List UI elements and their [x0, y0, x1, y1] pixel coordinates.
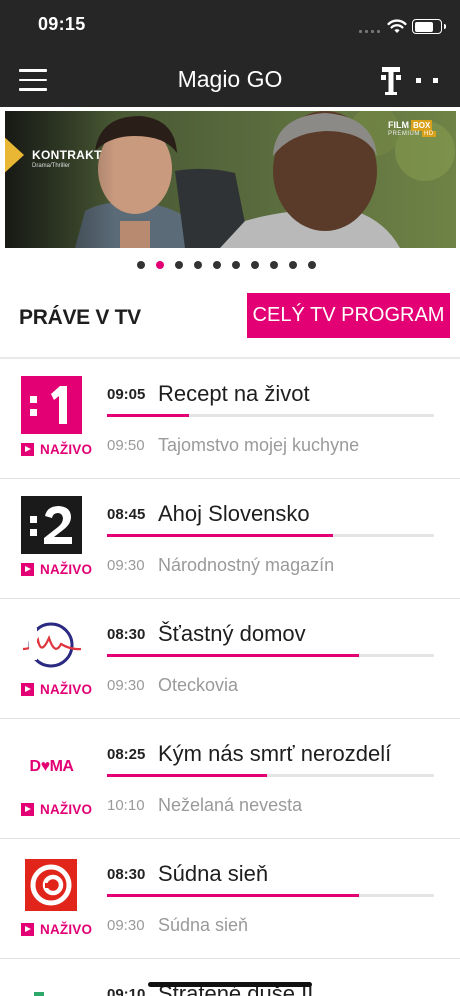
- filmbox-logo: FILM BOX PREMIUM HD: [388, 120, 446, 148]
- filmbox-logo-text: FILM: [388, 120, 409, 130]
- now-time: 09:10: [107, 986, 146, 996]
- filmbox-logo-box: BOX: [411, 120, 433, 131]
- play-icon: [21, 923, 34, 936]
- live-badge[interactable]: NAŽIVO: [21, 802, 92, 817]
- filmbox-premium-text: PREMIUM: [388, 131, 420, 137]
- progress-bar: [107, 534, 434, 537]
- live-label: NAŽIVO: [40, 802, 93, 817]
- signal-icon: [359, 30, 380, 33]
- play-icon: [21, 443, 34, 456]
- next-time: 09:30: [107, 677, 145, 694]
- live-label: NAŽIVO: [40, 562, 93, 577]
- carousel-dot[interactable]: [232, 261, 240, 269]
- joj-logo[interactable]: [21, 856, 82, 914]
- carousel-indicator[interactable]: [137, 261, 316, 269]
- progress-bar: [107, 414, 434, 417]
- live-badge[interactable]: NAŽIVO: [21, 562, 92, 577]
- progress-fill: [107, 894, 359, 897]
- play-icon: [21, 563, 34, 576]
- full-tv-program-button[interactable]: CELÝ TV PROGRAM: [247, 293, 450, 338]
- live-label: NAŽIVO: [40, 922, 93, 937]
- channel-row-partial[interactable]: 09:10 Stratené duše II: [0, 959, 460, 996]
- now-title: Ahoj Slovensko: [158, 501, 310, 526]
- markiza-logo[interactable]: [21, 616, 82, 674]
- section-title: PRÁVE V TV: [19, 306, 141, 329]
- wifi-icon: [387, 19, 407, 33]
- status-bar: 09:15: [0, 0, 460, 50]
- carousel-dot[interactable]: [137, 261, 145, 269]
- hero-title: KONTRAKT: [32, 148, 102, 162]
- channel-row[interactable]: NAŽIVO 08:30 Šťastný domov 09:30 Oteckov…: [0, 599, 460, 719]
- carousel-dot[interactable]: [213, 261, 221, 269]
- status-time: 09:15: [38, 14, 86, 34]
- carousel-dot[interactable]: [251, 261, 259, 269]
- play-icon: [21, 803, 34, 816]
- progress-bar: [107, 654, 434, 657]
- now-title: Kým nás smrť nerozdelí: [158, 741, 392, 766]
- now-time: 08:45: [107, 506, 146, 523]
- channel-logo-partial: [34, 992, 44, 996]
- app-header: Magio GO: [0, 50, 460, 107]
- now-time: 08:30: [107, 626, 146, 643]
- filmbox-hd-text: HD: [422, 131, 436, 137]
- progress-fill: [107, 654, 359, 657]
- now-title: Šťastný domov: [158, 621, 306, 646]
- now-time: 08:30: [107, 866, 146, 883]
- channel-row[interactable]: NAŽIVO 09:05 Recept na život 09:50 Tajom…: [0, 359, 460, 479]
- next-title: Oteckovia: [158, 675, 239, 695]
- live-label: NAŽIVO: [40, 442, 93, 457]
- carousel-dot[interactable]: [194, 261, 202, 269]
- battery-icon: [412, 19, 446, 34]
- carousel-dot[interactable]: [175, 261, 183, 269]
- live-badge[interactable]: NAŽIVO: [21, 682, 92, 697]
- live-badge[interactable]: NAŽIVO: [21, 922, 92, 937]
- badge-arrow-icon: [5, 133, 24, 177]
- doma-logo[interactable]: D♥MA: [21, 736, 82, 794]
- progress-fill: [107, 774, 268, 777]
- carousel-dot[interactable]: [156, 261, 164, 269]
- next-time: 09:50: [107, 437, 145, 454]
- play-icon: [21, 683, 34, 696]
- now-time: 08:25: [107, 746, 146, 763]
- progress-fill: [107, 534, 333, 537]
- channel-list: NAŽIVO 09:05 Recept na život 09:50 Tajom…: [0, 359, 460, 959]
- channel-row[interactable]: NAŽIVO 08:30 Súdna sieň 09:30 Súdna sieň: [0, 839, 460, 959]
- jednotka-logo[interactable]: [21, 376, 82, 434]
- channel-row[interactable]: D♥MA NAŽIVO 08:25 Kým nás smrť nerozdelí…: [0, 719, 460, 839]
- channel-row[interactable]: NAŽIVO 08:45 Ahoj Slovensko 09:30 Národn…: [0, 479, 460, 599]
- now-title: Recept na život: [158, 381, 310, 406]
- next-time: 09:30: [107, 557, 145, 574]
- telekom-logo[interactable]: [378, 65, 442, 97]
- progress-bar: [107, 774, 434, 777]
- next-title: Súdna sieň: [158, 915, 249, 935]
- next-time: 10:10: [107, 797, 145, 814]
- home-indicator[interactable]: [148, 982, 312, 987]
- next-time: 09:30: [107, 917, 145, 934]
- next-title: Neželaná nevesta: [158, 795, 303, 815]
- progress-bar: [107, 894, 434, 897]
- next-title: Národnostný magazín: [158, 555, 335, 575]
- hero-genre: Drama/Thriller: [32, 163, 71, 169]
- carousel-dot[interactable]: [270, 261, 278, 269]
- live-label: NAŽIVO: [40, 682, 93, 697]
- next-title: Tajomstvo mojej kuchyne: [158, 435, 360, 455]
- hero-banner[interactable]: KONTRAKT Drama/Thriller FILM BOX PREMIUM …: [5, 111, 456, 248]
- dvojka-logo[interactable]: [21, 496, 82, 554]
- live-badge[interactable]: NAŽIVO: [21, 442, 92, 457]
- now-title: Súdna sieň: [158, 861, 269, 886]
- progress-fill: [107, 414, 189, 417]
- carousel-dot[interactable]: [308, 261, 316, 269]
- svg-text:D♥MA: D♥MA: [30, 758, 75, 775]
- now-time: 09:05: [107, 386, 146, 403]
- carousel-dot[interactable]: [289, 261, 297, 269]
